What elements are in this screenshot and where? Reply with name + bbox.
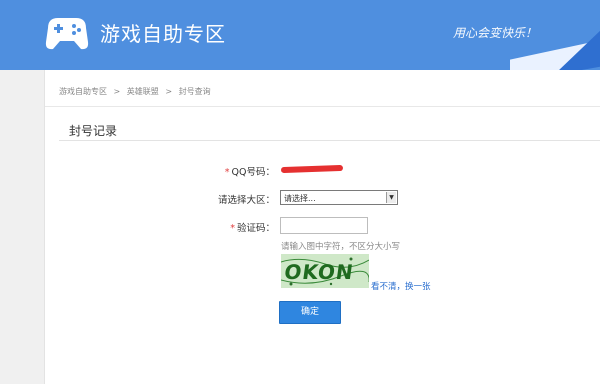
qq-label-text: QQ号码： <box>231 167 275 178</box>
breadcrumb: 游戏自助专区 > 英雄联盟 > 封号查询 <box>59 86 215 97</box>
breadcrumb-separator: > <box>113 87 121 96</box>
breadcrumb-item-home[interactable]: 游戏自助专区 <box>59 87 107 96</box>
region-select-value: 请选择... <box>284 194 316 203</box>
header-slogan: 用心会变快乐！ <box>453 26 538 40</box>
region-select[interactable]: 请选择... ▼ <box>280 190 398 205</box>
breadcrumb-item-game[interactable]: 英雄联盟 <box>127 87 159 96</box>
divider <box>59 140 600 141</box>
refresh-captcha-link[interactable]: 看不清，换一张 <box>371 280 431 292</box>
captcha-text: OKON <box>283 260 356 284</box>
required-mark: * <box>230 223 235 234</box>
divider <box>45 106 600 107</box>
chevron-down-icon[interactable]: ▼ <box>386 192 396 203</box>
submit-button[interactable]: 确定 <box>279 301 341 324</box>
header-decoration-triangle <box>546 25 600 70</box>
qq-label: * QQ号码： <box>185 164 275 178</box>
captcha-hint: 请输入图中字符，不区分大小写 <box>281 242 401 252</box>
captcha-image[interactable]: OKON <box>281 254 369 288</box>
qq-value-redacted <box>280 164 344 174</box>
region-label: 请选择大区： <box>185 192 275 206</box>
captcha-label-text: 验证码： <box>236 223 275 234</box>
region-label-text: 请选择大区： <box>217 195 275 206</box>
gamepad-logo-icon[interactable] <box>44 12 90 52</box>
breadcrumb-separator: > <box>165 87 173 96</box>
breadcrumb-item-current: 封号查询 <box>178 87 211 96</box>
section-title: 封号记录 <box>69 124 118 138</box>
required-mark: * <box>224 167 230 178</box>
captcha-label: * 验证码： <box>185 220 275 234</box>
main-panel: 游戏自助专区 > 英雄联盟 > 封号查询 封号记录 * QQ号码： 请选择大区： … <box>44 70 600 384</box>
captcha-input[interactable] <box>280 217 368 234</box>
site-header: 游戏自助专区 用心会变快乐！ <box>0 0 600 70</box>
site-title[interactable]: 游戏自助专区 <box>100 18 226 47</box>
